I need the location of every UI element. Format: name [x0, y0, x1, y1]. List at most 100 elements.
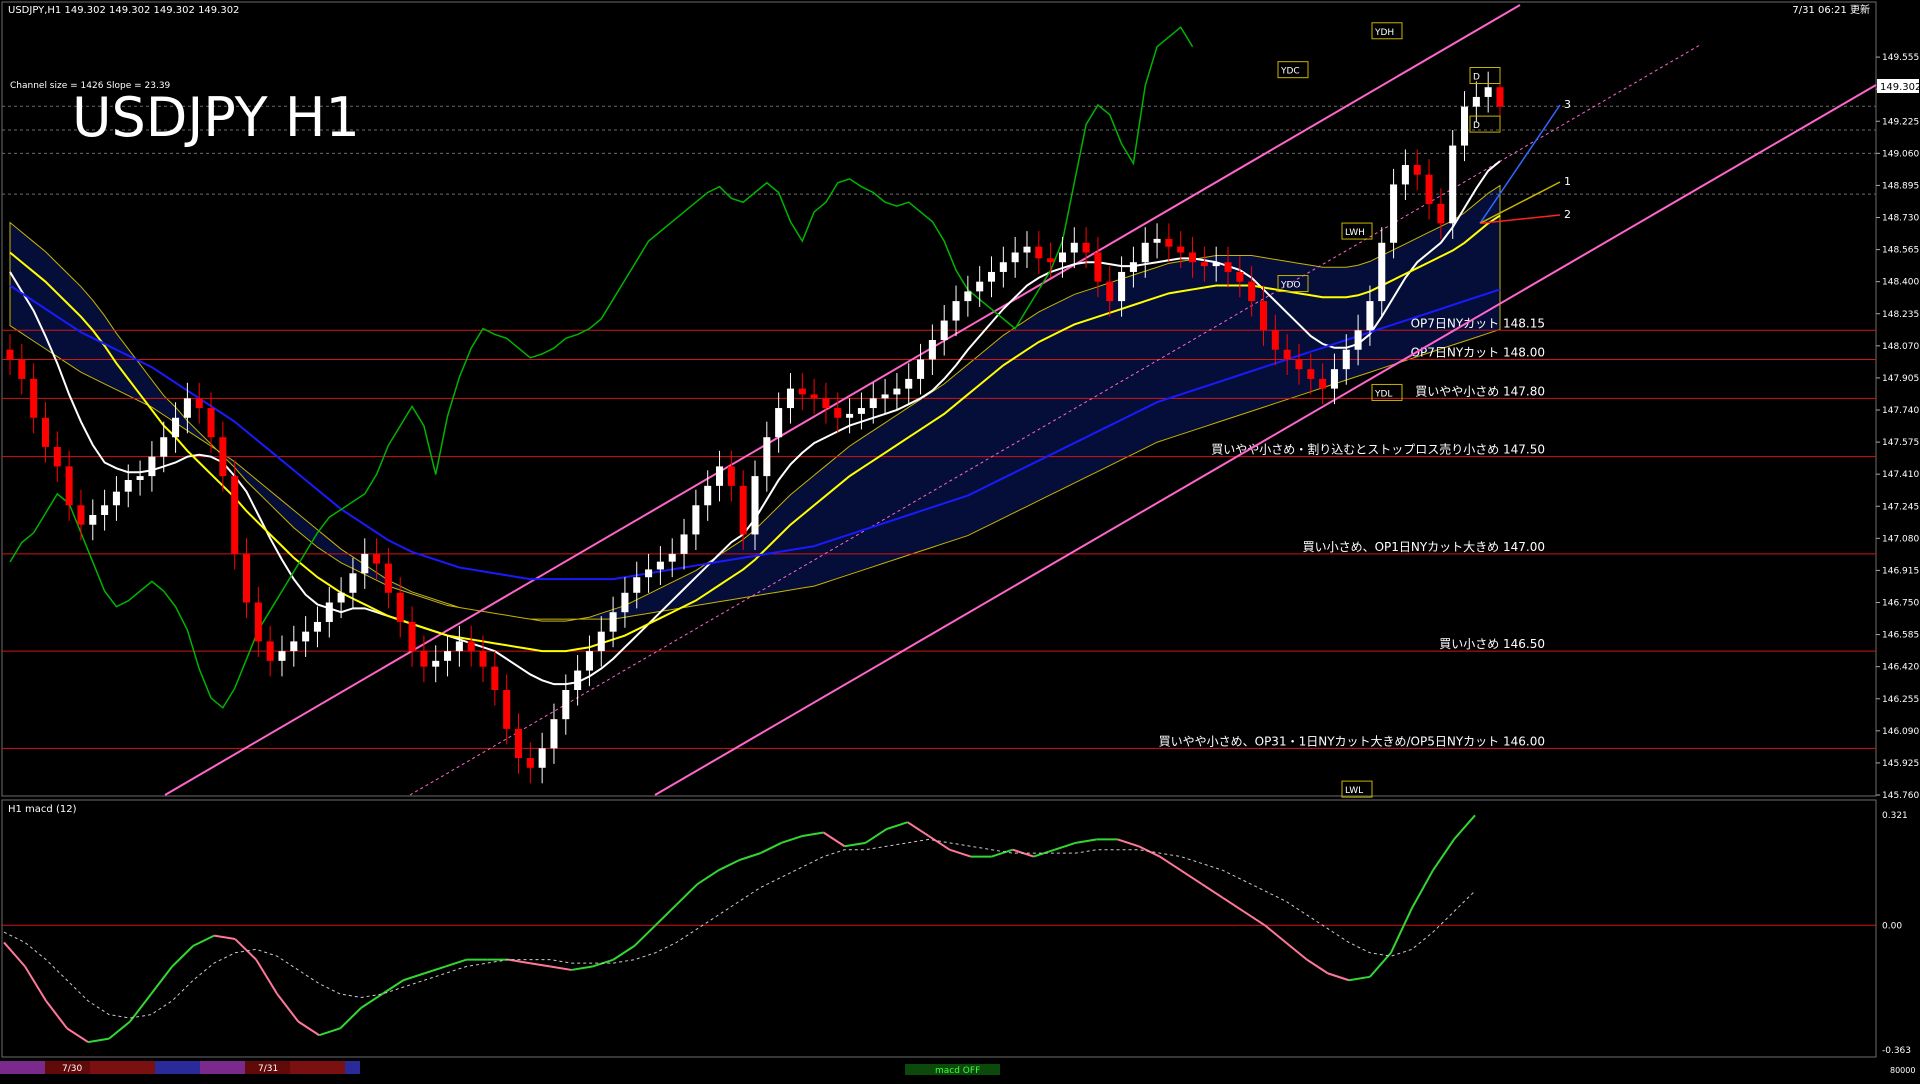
ref-label-lwh: LWH — [1345, 228, 1365, 238]
candle-body — [396, 592, 404, 622]
candle-body — [822, 398, 830, 409]
background — [0, 0, 1920, 1080]
candle-body — [136, 476, 144, 480]
candle-body — [112, 491, 120, 506]
level-label: 買い小さめ、OP1日NYカット大きめ 147.00 — [1303, 540, 1545, 554]
candle-body — [18, 359, 26, 379]
candle-body — [739, 485, 747, 535]
price-tick-label: 149.225 — [1882, 117, 1919, 127]
candle-body — [503, 690, 511, 729]
candle-body — [810, 394, 818, 399]
candle-body — [195, 398, 203, 409]
candle-body — [834, 408, 842, 418]
price-tick-label: 146.750 — [1882, 599, 1919, 609]
ref-label-d: D — [1473, 73, 1480, 83]
candle-body — [467, 641, 475, 652]
candle-body — [716, 466, 724, 486]
candle-body — [680, 534, 688, 554]
candle-body — [77, 505, 85, 525]
candle-body — [266, 641, 274, 661]
candle-body — [1449, 145, 1457, 224]
candle-body — [53, 446, 61, 467]
candle-body — [846, 413, 854, 418]
candle-body — [89, 515, 97, 525]
candle-body — [384, 563, 392, 593]
macd-toggle-label: macd OFF — [935, 1066, 980, 1076]
candle-body — [798, 388, 806, 395]
candle-body — [893, 388, 901, 395]
chart-canvas[interactable]: OP7日NYカット 148.15 OP7日NYカット 148.00 買いやや小さめ … — [0, 0, 1920, 1080]
candle-body — [609, 612, 617, 632]
candle-body — [1283, 349, 1291, 360]
candle-body — [148, 456, 156, 477]
candle-body — [160, 437, 168, 457]
price-tick-label: 148.730 — [1882, 214, 1919, 224]
macd-tick-label: -0.363 — [1882, 1046, 1911, 1056]
candle-body — [183, 398, 191, 418]
projection-label: 1 — [1564, 175, 1571, 188]
candle-body — [1082, 242, 1090, 253]
price-tick-label: 148.400 — [1882, 278, 1919, 288]
level-label: OP7日NYカット 148.15 — [1411, 316, 1545, 330]
candle-body — [325, 602, 333, 622]
candle-body — [940, 320, 948, 340]
price-tick-label: 147.905 — [1882, 374, 1919, 384]
candle-body — [313, 621, 321, 632]
candle-body — [1425, 174, 1433, 204]
candle-body — [1295, 359, 1303, 370]
candle-body — [1047, 258, 1055, 263]
candle-body — [1224, 262, 1232, 272]
candle-body — [1023, 246, 1031, 253]
price-tick-label: 147.740 — [1882, 406, 1919, 416]
candle-body — [656, 561, 664, 570]
candle-body — [1106, 281, 1114, 302]
price-tick-label: 145.925 — [1882, 759, 1919, 769]
symbol-line: USDJPY,H1 149.302 149.302 149.302 149.30… — [8, 5, 239, 16]
ref-label-ydc: YDC — [1280, 67, 1300, 77]
candle-body — [763, 437, 771, 477]
candle-body — [1189, 252, 1197, 263]
macd-tick-label: 0.321 — [1882, 811, 1908, 821]
candle-body — [1129, 262, 1137, 272]
candle-body — [574, 670, 582, 690]
candle-body — [1496, 87, 1504, 107]
candle-body — [1401, 165, 1409, 185]
candle-body — [1153, 238, 1161, 243]
level-label: 買いやや小さめ、OP31・1日NYカット大きめ/OP5日NYカット 146.00 — [1159, 734, 1545, 748]
candle-body — [952, 301, 960, 321]
candle-body — [373, 553, 381, 564]
date-label-0731: 7/31 — [258, 1064, 278, 1074]
level-label: 買い小さめ 146.50 — [1439, 637, 1545, 651]
price-tick-label: 146.090 — [1882, 727, 1919, 737]
candle-body — [1378, 242, 1386, 302]
candle-body — [1259, 301, 1268, 331]
candle-body — [775, 408, 783, 438]
candle-body — [254, 602, 262, 642]
candle-body — [1484, 87, 1492, 97]
candle-body — [881, 394, 889, 399]
candle-body — [455, 641, 463, 652]
candle-body — [1248, 281, 1256, 302]
volume-label: 80000 — [1890, 1066, 1915, 1075]
candle-body — [1437, 203, 1445, 224]
candle-body — [349, 573, 357, 593]
ref-label-lwl: LWL — [1345, 786, 1363, 796]
candle-body — [585, 651, 593, 671]
candle-body — [562, 690, 570, 720]
candle-body — [6, 349, 14, 360]
candle-body — [597, 631, 605, 652]
candle-body — [668, 553, 676, 562]
candle-body — [361, 553, 369, 574]
candle-body — [491, 666, 499, 690]
ref-label-ydh: YDH — [1374, 28, 1394, 38]
price-tick-label: 147.575 — [1882, 438, 1919, 448]
candle-body — [219, 437, 227, 477]
candle-body — [1354, 330, 1362, 350]
candle-body — [633, 577, 641, 593]
candle-body — [1070, 242, 1078, 253]
price-tick-label: 148.070 — [1882, 342, 1919, 352]
candle-body — [302, 631, 310, 642]
candle-body — [1058, 252, 1066, 263]
chart-window: OP7日NYカット 148.15 OP7日NYカット 148.00 買いやや小さめ … — [0, 0, 1920, 1080]
current-price-value: 149.302 — [1880, 82, 1920, 93]
